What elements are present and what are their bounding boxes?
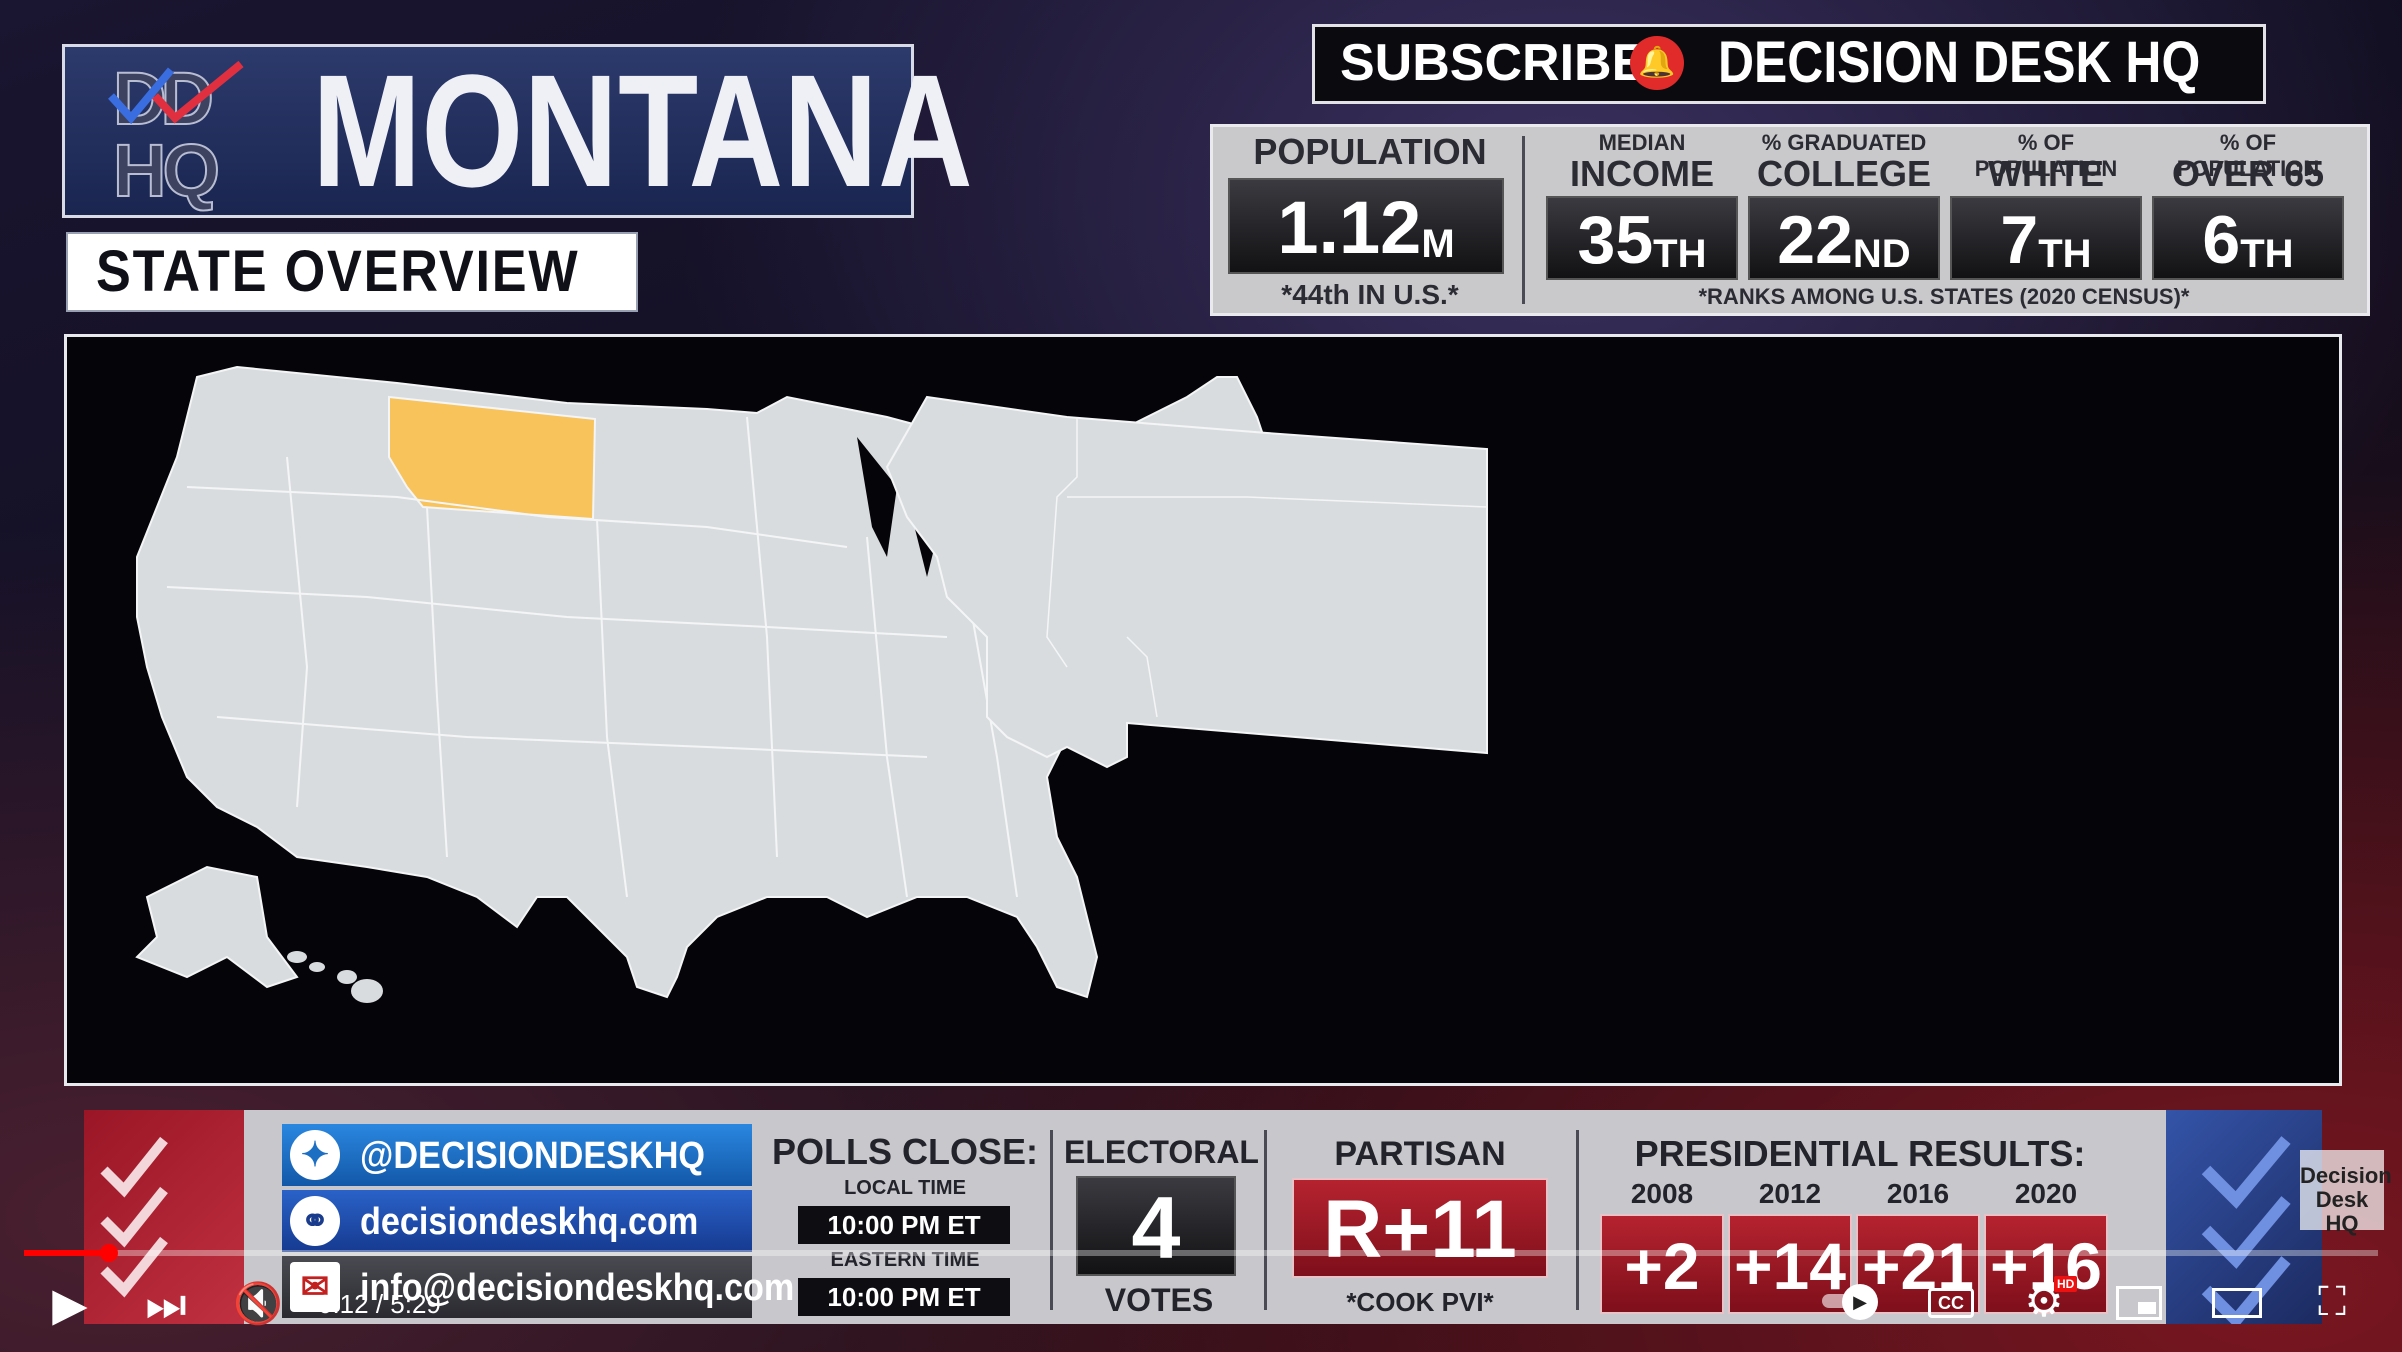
hawaii-shape: [287, 951, 383, 1003]
progress-scrubber-handle[interactable]: [100, 1244, 118, 1262]
theater-mode-icon[interactable]: [2212, 1288, 2262, 1318]
play-icon[interactable]: ▶: [44, 1278, 96, 1330]
info-divider-1: [1050, 1130, 1053, 1310]
rank-box-income: 35TH: [1546, 196, 1738, 280]
hd-badge: HD: [2054, 1276, 2078, 1292]
population-value-box: 1.12M: [1228, 178, 1504, 274]
rank-box-white: 7TH: [1950, 196, 2142, 280]
rank-value-over65: 6: [2202, 202, 2241, 278]
rank-suffix-income: TH: [1653, 232, 1707, 276]
local-time-value: 10:00 PM ET: [798, 1206, 1010, 1244]
polls-close-title: POLLS CLOSE:: [771, 1131, 1038, 1172]
state-overview-label: STATE OVERVIEW: [96, 239, 580, 304]
rank-note: *RANKS AMONG U.S. STATES (2020 CENSUS)*: [1698, 284, 2190, 309]
channel-name: DECISION DESK HQ: [1718, 30, 2201, 95]
rank-suffix-white: TH: [2038, 232, 2092, 276]
bell-icon[interactable]: 🔔: [1630, 36, 1684, 90]
channel-watermark[interactable]: Decision Desk HQ: [2300, 1150, 2392, 1236]
progress-bar-played: [24, 1250, 108, 1256]
partisan-lean-value: R+11: [1292, 1178, 1548, 1278]
result-year-2016: 2016: [1886, 1178, 1950, 1209]
electoral-title: ELECTORAL: [1064, 1134, 1259, 1170]
rank-suffix-over65: TH: [2240, 232, 2294, 276]
fullscreen-icon[interactable]: ⛶: [2306, 1276, 2358, 1328]
info-divider-2: [1264, 1130, 1267, 1310]
twitter-row[interactable]: ✦ @DECISIONDESKHQ: [282, 1124, 752, 1186]
twitter-icon: ✦: [290, 1130, 340, 1180]
alaska-shape: [135, 865, 299, 989]
rank-value-income: 35: [1577, 202, 1654, 278]
time-display: 0:12 / 5:29: [318, 1289, 441, 1319]
us-map: [135, 365, 1488, 1003]
presidential-results-title: PRESIDENTIAL RESULTS:: [1634, 1133, 2086, 1174]
autoplay-toggle-icon[interactable]: ▶: [1842, 1284, 1878, 1320]
miniplayer-icon[interactable]: [2116, 1286, 2162, 1320]
subscribe-label[interactable]: SUBSCRIBE: [1340, 30, 1646, 96]
progress-bar[interactable]: [24, 1250, 2378, 1256]
ddhq-logo: DD HQ: [105, 56, 245, 213]
captions-button[interactable]: CC: [1928, 1288, 1974, 1318]
mute-icon[interactable]: 🔇: [232, 1278, 284, 1330]
rank-box-college: 22ND: [1748, 196, 1940, 280]
globe-icon: ⚭: [290, 1196, 340, 1246]
result-value-2008: +2: [1600, 1214, 1724, 1314]
population-note: *44th IN U.S.*: [1281, 279, 1459, 310]
rank-head-over65: OVER 65: [2171, 153, 2325, 194]
rank-value-white: 7: [2000, 202, 2039, 278]
rank-head-income: INCOME: [1570, 153, 1714, 194]
cook-pvi-note: *COOK PVI*: [1346, 1287, 1494, 1317]
stats-divider: [1522, 136, 1525, 304]
logo-text-bottom: HQ: [112, 128, 221, 213]
captions-label: CC: [1938, 1293, 1964, 1313]
electoral-votes-value: 4: [1076, 1176, 1236, 1277]
population-unit: M: [1421, 222, 1455, 266]
result-year-2012: 2012: [1758, 1178, 1822, 1209]
population-heading: POPULATION: [1253, 131, 1487, 172]
rank-value-college: 22: [1777, 202, 1853, 278]
eastern-time-value: 10:00 PM ET: [798, 1278, 1010, 1316]
next-icon[interactable]: ⏭: [140, 1278, 192, 1330]
state-name: MONTANA: [312, 41, 973, 220]
map-panel: [64, 334, 2342, 1086]
rank-head-college: COLLEGE: [1756, 153, 1931, 194]
result-year-2020: 2020: [2014, 1178, 2078, 1209]
electoral-votes-label: VOTES: [1104, 1282, 1214, 1318]
rank-suffix-college: ND: [1852, 232, 1911, 276]
result-year-2008: 2008: [1630, 1178, 1694, 1209]
population-value: 1.12: [1277, 186, 1422, 269]
rank-head-white: WHITE: [1988, 153, 2104, 194]
rank-box-over65: 6TH: [2152, 196, 2344, 280]
info-divider-3: [1576, 1130, 1579, 1310]
website-row[interactable]: ⚭ decisiondeskhq.com: [282, 1190, 752, 1252]
local-time-label: LOCAL TIME: [844, 1177, 966, 1199]
website-link[interactable]: decisiondeskhq.com: [360, 1198, 698, 1246]
checkmark-icon: [108, 60, 244, 125]
twitter-handle[interactable]: @DECISIONDESKHQ: [360, 1132, 705, 1180]
